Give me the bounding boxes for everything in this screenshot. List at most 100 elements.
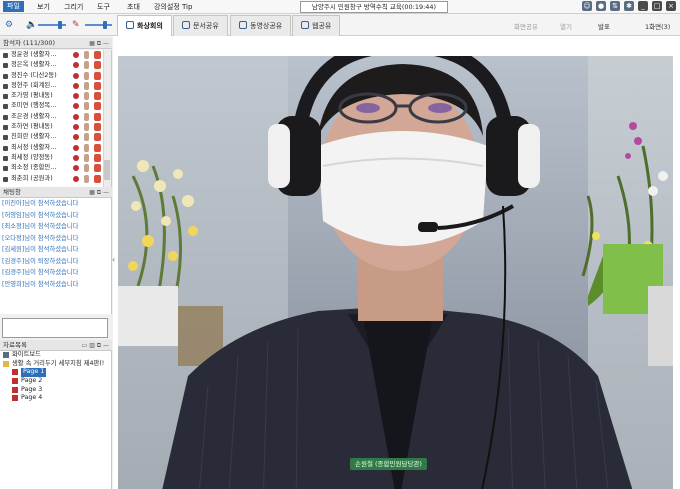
open-button[interactable]: 열기 (560, 21, 572, 31)
status-icon (73, 134, 79, 141)
file-item[interactable]: 화이트보드 (0, 351, 111, 360)
files-header: 자료목록 ▭ ▥ ⧉ — (0, 340, 112, 351)
file-page-item[interactable]: Page 3 (0, 386, 111, 395)
menu-invite[interactable]: 초대 (127, 2, 140, 12)
chat-input[interactable] (2, 318, 108, 338)
mic-volume-slider[interactable] (85, 24, 112, 26)
camera-icon[interactable] (94, 123, 101, 132)
menu-file[interactable]: 파일 (3, 1, 24, 12)
camera-icon[interactable] (94, 81, 101, 90)
menu-draw[interactable]: 그리기 (64, 2, 83, 12)
status-icon (73, 93, 79, 100)
participant-name: 최세정 (양정동) (11, 153, 53, 161)
minimize-icon[interactable]: _ (638, 1, 648, 11)
mic-icon[interactable] (84, 174, 89, 183)
web-icon (301, 21, 309, 29)
mic-volume-knob[interactable] (103, 21, 107, 29)
settings-icon[interactable]: ⚙ (5, 20, 15, 30)
participant-name: 최서정 (생활자… (11, 143, 57, 151)
participant-row[interactable]: 최세정 (양정동) (0, 153, 111, 163)
mic-icon[interactable] (84, 153, 89, 162)
person-icon (3, 176, 8, 182)
panel-buttons[interactable]: ▦ ⧉ — (89, 38, 109, 49)
mic-icon[interactable] (84, 92, 89, 101)
person-icon (3, 94, 8, 100)
pdf-page-icon (12, 378, 18, 385)
file-page-item[interactable]: Page 2 (0, 377, 111, 386)
menu-tools[interactable]: 도구 (97, 2, 110, 12)
participants-header: 참석자 (111/300) ▦ ⧉ — (0, 38, 112, 49)
mic-icon[interactable] (84, 71, 89, 80)
person-icon (3, 53, 8, 58)
tab-video-share[interactable]: 동영상공유 (230, 15, 292, 36)
file-item[interactable]: 생활 속 거리두기 세부지침 제4판(! (0, 360, 111, 369)
tab-web-share[interactable]: 웹공유 (292, 15, 341, 36)
close-icon[interactable]: × (666, 1, 676, 11)
user-icon[interactable]: ☺ (582, 1, 592, 11)
panel-buttons[interactable]: ▦ ⧉ — (89, 187, 109, 198)
file-page-item[interactable]: Page 4 (0, 394, 111, 403)
present-button[interactable]: 발표 (598, 21, 610, 31)
speaker-volume-knob[interactable] (58, 21, 62, 29)
camera-icon[interactable] (94, 112, 101, 121)
window-title: 남양주시 민원창구 방역수칙 교육(00:19:44) (300, 1, 448, 13)
participant-row[interactable]: 정은옥 (생활자… (0, 60, 111, 70)
tab-video-conference[interactable]: 화상회의 (117, 15, 172, 36)
pdf-page-icon (12, 386, 18, 393)
camera-icon[interactable] (94, 51, 101, 59)
participant-row[interactable]: 정현주 (회계된… (0, 81, 111, 91)
camera-icon[interactable] (94, 61, 101, 70)
camera-icon[interactable] (94, 92, 101, 101)
participant-row[interactable]: 최서정 (생활자… (0, 143, 111, 153)
mic-icon[interactable] (84, 51, 89, 59)
mic-icon[interactable] (84, 123, 89, 132)
collapse-left-icon[interactable]: ‹ (112, 255, 117, 265)
person-icon (3, 104, 8, 110)
participant-row[interactable]: 진희란 (생활자… (0, 132, 111, 142)
menu-lecture-tip[interactable]: 강의설정 Tip (154, 2, 192, 12)
file-page-item[interactable]: Page 1 (0, 368, 111, 378)
camera-icon[interactable] (94, 71, 101, 80)
video-conference-icon (126, 21, 134, 29)
mic-icon[interactable] (84, 102, 89, 111)
participant-row[interactable]: 최소정 (종합민… (0, 163, 111, 173)
participant-row[interactable]: 조하연 (평내동) (0, 122, 111, 132)
mic-icon[interactable] (84, 133, 89, 142)
mic-muted-icon[interactable]: ✎ (72, 20, 82, 30)
tab-document-share[interactable]: 문서공유 (173, 15, 228, 36)
screen-count[interactable]: 1화면(3) (645, 21, 670, 31)
camera-icon[interactable] (94, 143, 101, 152)
participant-row[interactable]: 정윤경 (생활자… (0, 50, 111, 60)
camera-icon[interactable] (94, 102, 101, 111)
participant-row[interactable]: 조가영 (평내동) (0, 91, 111, 101)
camera-icon[interactable] (94, 174, 101, 183)
file-list: 화이트보드 생활 속 거리두기 세부지침 제4판(! Page 1 Page 2 Pag… (0, 351, 112, 489)
menu-view[interactable]: 보기 (37, 2, 50, 12)
share-screen-button[interactable]: 화면공유 (514, 21, 538, 31)
person-icon (3, 63, 8, 69)
maximize-icon[interactable]: □ (652, 1, 662, 11)
participant-row[interactable]: 정진수 (다산2동) (0, 71, 111, 81)
mic-icon[interactable] (84, 112, 89, 121)
mic-icon[interactable] (84, 81, 89, 90)
mic-icon[interactable] (84, 143, 89, 152)
status-icon (73, 82, 79, 89)
camera-icon[interactable] (94, 153, 101, 162)
gear-icon[interactable]: ✱ (624, 1, 634, 11)
status-icon (73, 165, 79, 172)
camera-icon[interactable] (94, 164, 101, 173)
speaker-icon[interactable]: 🔈 (26, 20, 37, 30)
participant-row[interactable]: 조미연 (행정복… (0, 101, 111, 111)
scroll-thumb[interactable] (104, 160, 110, 180)
transfer-icon[interactable]: ⇅ (610, 1, 620, 11)
participant-scrollbar[interactable] (103, 50, 111, 187)
camera-icon[interactable] (94, 133, 101, 142)
participant-row[interactable]: 조은경 (생활자… (0, 112, 111, 122)
profile-icon[interactable]: ● (596, 1, 606, 11)
video-feed[interactable]: 손원철 (종합민원담당관) (118, 56, 673, 489)
mic-icon[interactable] (84, 164, 89, 173)
mic-icon[interactable] (84, 61, 89, 70)
participant-row[interactable]: 최춘희 (공원과) (0, 174, 111, 184)
panel-buttons[interactable]: ▭ ▥ ⧉ — (82, 340, 109, 351)
participant-name: 정은옥 (생활자… (11, 61, 57, 69)
